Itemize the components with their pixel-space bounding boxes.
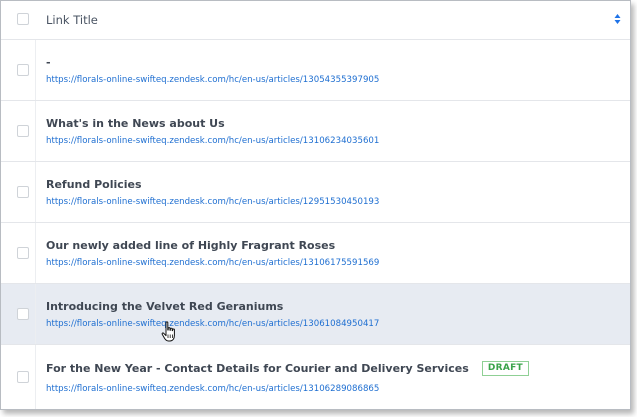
- article-url-link[interactable]: https://florals-online-swifteq.zendesk.c…: [46, 384, 379, 394]
- table-row[interactable]: Refund Policies https://florals-online-s…: [1, 162, 630, 223]
- table-row[interactable]: Our newly added line of Highly Fragrant …: [1, 223, 630, 284]
- draft-badge: DRAFT: [481, 361, 529, 376]
- row-checkbox[interactable]: [17, 247, 29, 259]
- row-title-line: Introducing the Velvet Red Geraniums: [46, 296, 284, 313]
- article-title: -: [46, 56, 51, 69]
- article-url-link[interactable]: https://florals-online-swifteq.zendesk.c…: [46, 319, 379, 329]
- article-url-link[interactable]: https://florals-online-swifteq.zendesk.c…: [46, 197, 379, 207]
- table-header: Link Title: [1, 1, 630, 40]
- article-title: Our newly added line of Highly Fragrant …: [46, 239, 336, 252]
- row-checkbox[interactable]: [17, 308, 29, 320]
- row-title-line: Refund Policies: [46, 174, 142, 191]
- article-title: What's in the News about Us: [46, 117, 225, 130]
- table-row[interactable]: For the New Year - Contact Details for C…: [1, 345, 630, 409]
- column-header-link-title[interactable]: Link Title: [46, 13, 98, 27]
- row-checkbox[interactable]: [17, 64, 29, 76]
- article-title: Refund Policies: [46, 178, 142, 191]
- row-checkbox[interactable]: [17, 186, 29, 198]
- article-url-link[interactable]: https://florals-online-swifteq.zendesk.c…: [46, 75, 379, 85]
- row-checkbox[interactable]: [17, 371, 29, 383]
- articles-table: Link Title - https://florals-online-swif…: [0, 0, 631, 410]
- row-title-line: -: [46, 52, 51, 69]
- row-title-line: Our newly added line of Highly Fragrant …: [46, 235, 336, 252]
- row-title-line: For the New Year - Contact Details for C…: [46, 358, 529, 376]
- table-row[interactable]: What's in the News about Us https://flor…: [1, 101, 630, 162]
- article-title: For the New Year - Contact Details for C…: [46, 362, 469, 375]
- select-all-checkbox[interactable]: [17, 13, 29, 25]
- sort-arrows-icon[interactable]: [614, 13, 621, 25]
- article-title: Introducing the Velvet Red Geraniums: [46, 300, 284, 313]
- article-url-link[interactable]: https://florals-online-swifteq.zendesk.c…: [46, 258, 379, 268]
- article-url-link[interactable]: https://florals-online-swifteq.zendesk.c…: [46, 136, 379, 146]
- table-row-hovered[interactable]: Introducing the Velvet Red Geraniums htt…: [1, 284, 630, 345]
- table-row[interactable]: - https://florals-online-swifteq.zendesk…: [1, 40, 630, 101]
- row-title-line: What's in the News about Us: [46, 113, 225, 130]
- row-checkbox[interactable]: [17, 125, 29, 137]
